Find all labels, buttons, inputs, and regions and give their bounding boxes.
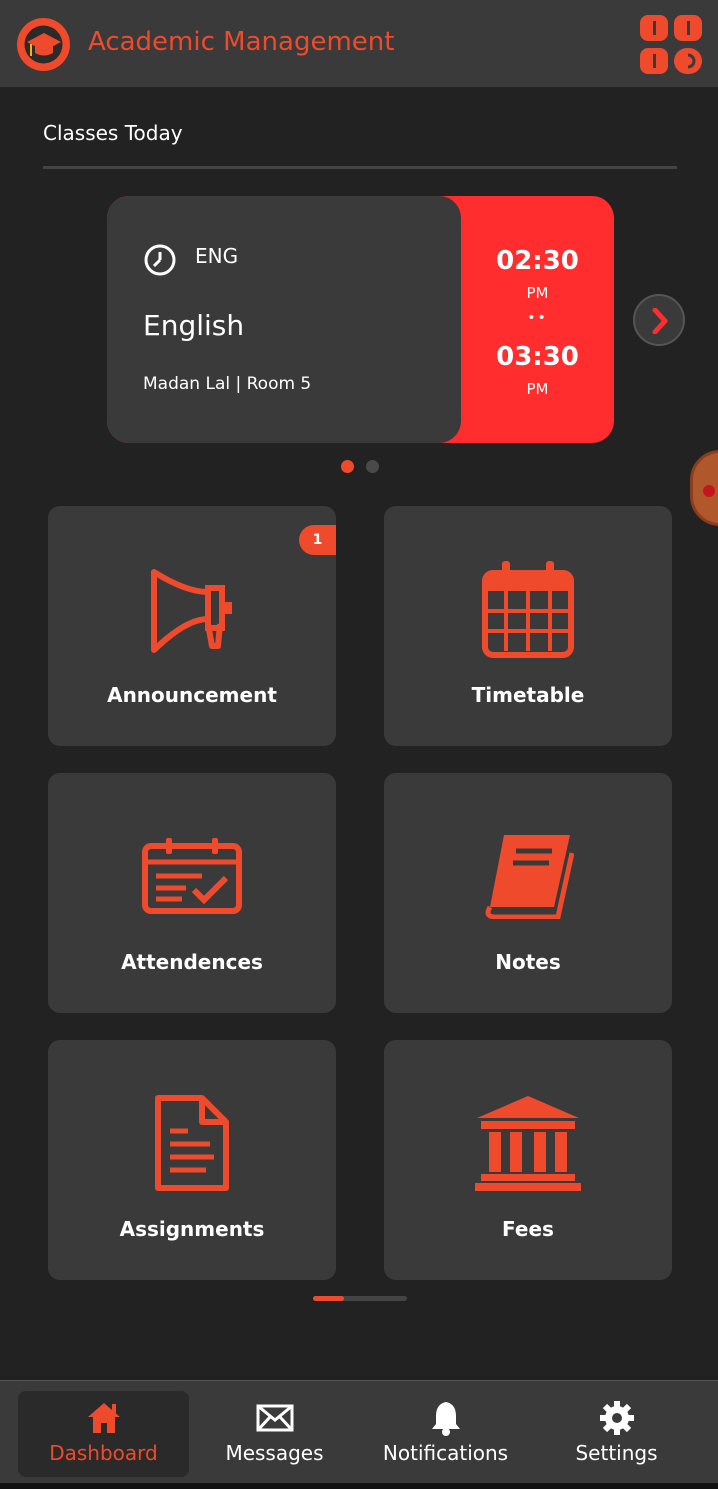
- document-icon: [48, 1088, 336, 1198]
- section-title: Classes Today: [43, 121, 183, 145]
- tile-label: Assignments: [119, 1217, 265, 1241]
- announcement-badge: 1: [299, 525, 336, 555]
- nav-settings[interactable]: Settings: [531, 1391, 702, 1477]
- nav-messages[interactable]: Messages: [189, 1391, 360, 1477]
- carousel-dot[interactable]: [366, 460, 379, 473]
- tile-timetable[interactable]: Timetable: [384, 506, 672, 746]
- class-code: ENG: [195, 244, 239, 268]
- book-icon: [384, 821, 672, 931]
- nav-label: Dashboard: [49, 1441, 158, 1465]
- tile-assignments[interactable]: Assignments: [48, 1040, 336, 1280]
- tile-announcement[interactable]: Announcement: [48, 506, 336, 746]
- tile-label: Notes: [495, 950, 561, 974]
- start-time: 02:30: [496, 246, 579, 276]
- scroll-thumb: [313, 1296, 344, 1301]
- nav-label: Notifications: [382, 1441, 509, 1465]
- envelope-icon: [189, 1399, 360, 1437]
- grid-menu-icon[interactable]: [640, 15, 704, 75]
- clock-icon: [143, 243, 177, 281]
- tile-label: Timetable: [471, 683, 585, 707]
- nav-label: Messages: [225, 1441, 324, 1465]
- tile-label: Announcement: [107, 683, 277, 707]
- time-separator: ••: [527, 310, 548, 326]
- scroll-indicator: [313, 1296, 407, 1301]
- tile-notes[interactable]: Notes: [384, 773, 672, 1013]
- chevron-right-icon: [652, 308, 668, 334]
- bell-icon: [360, 1399, 531, 1437]
- tile-attendences[interactable]: Attendences: [48, 773, 336, 1013]
- tile-label: Fees: [502, 1217, 554, 1241]
- class-teacher-room: Madan Lal | Room 5: [143, 374, 312, 394]
- gear-icon: [531, 1399, 702, 1437]
- end-ampm: PM: [526, 380, 549, 398]
- graduation-cap-icon: [17, 18, 70, 71]
- home-icon: [18, 1399, 189, 1437]
- handle-dot: [703, 485, 715, 497]
- next-class-button[interactable]: [633, 294, 685, 346]
- app-title: Academic Management: [88, 27, 395, 57]
- class-info: ENG English Madan Lal | Room 5: [107, 196, 461, 443]
- calendar-icon: [384, 554, 672, 664]
- tile-label: Attendences: [121, 950, 263, 974]
- bank-icon: [384, 1088, 672, 1198]
- nav-notifications[interactable]: Notifications: [360, 1391, 531, 1477]
- system-bar: [0, 1483, 718, 1489]
- megaphone-icon: [48, 554, 336, 664]
- floating-handle[interactable]: [690, 450, 718, 526]
- carousel-dot-active[interactable]: [341, 460, 354, 473]
- bottom-navigation: Dashboard Messages Notifications Setting…: [0, 1380, 718, 1489]
- tile-fees[interactable]: Fees: [384, 1040, 672, 1280]
- start-ampm: PM: [526, 284, 549, 302]
- section-divider: [43, 166, 677, 169]
- attendance-calendar-icon: [48, 821, 336, 931]
- nav-label: Settings: [575, 1441, 658, 1465]
- nav-dashboard[interactable]: Dashboard: [18, 1391, 189, 1477]
- end-time: 03:30: [496, 342, 579, 372]
- class-name: English: [143, 309, 245, 342]
- app-bar: Academic Management: [0, 0, 718, 87]
- class-card[interactable]: ENG English Madan Lal | Room 5 02:30 PM …: [107, 196, 614, 443]
- class-time-panel: 02:30 PM •• 03:30 PM: [461, 196, 614, 443]
